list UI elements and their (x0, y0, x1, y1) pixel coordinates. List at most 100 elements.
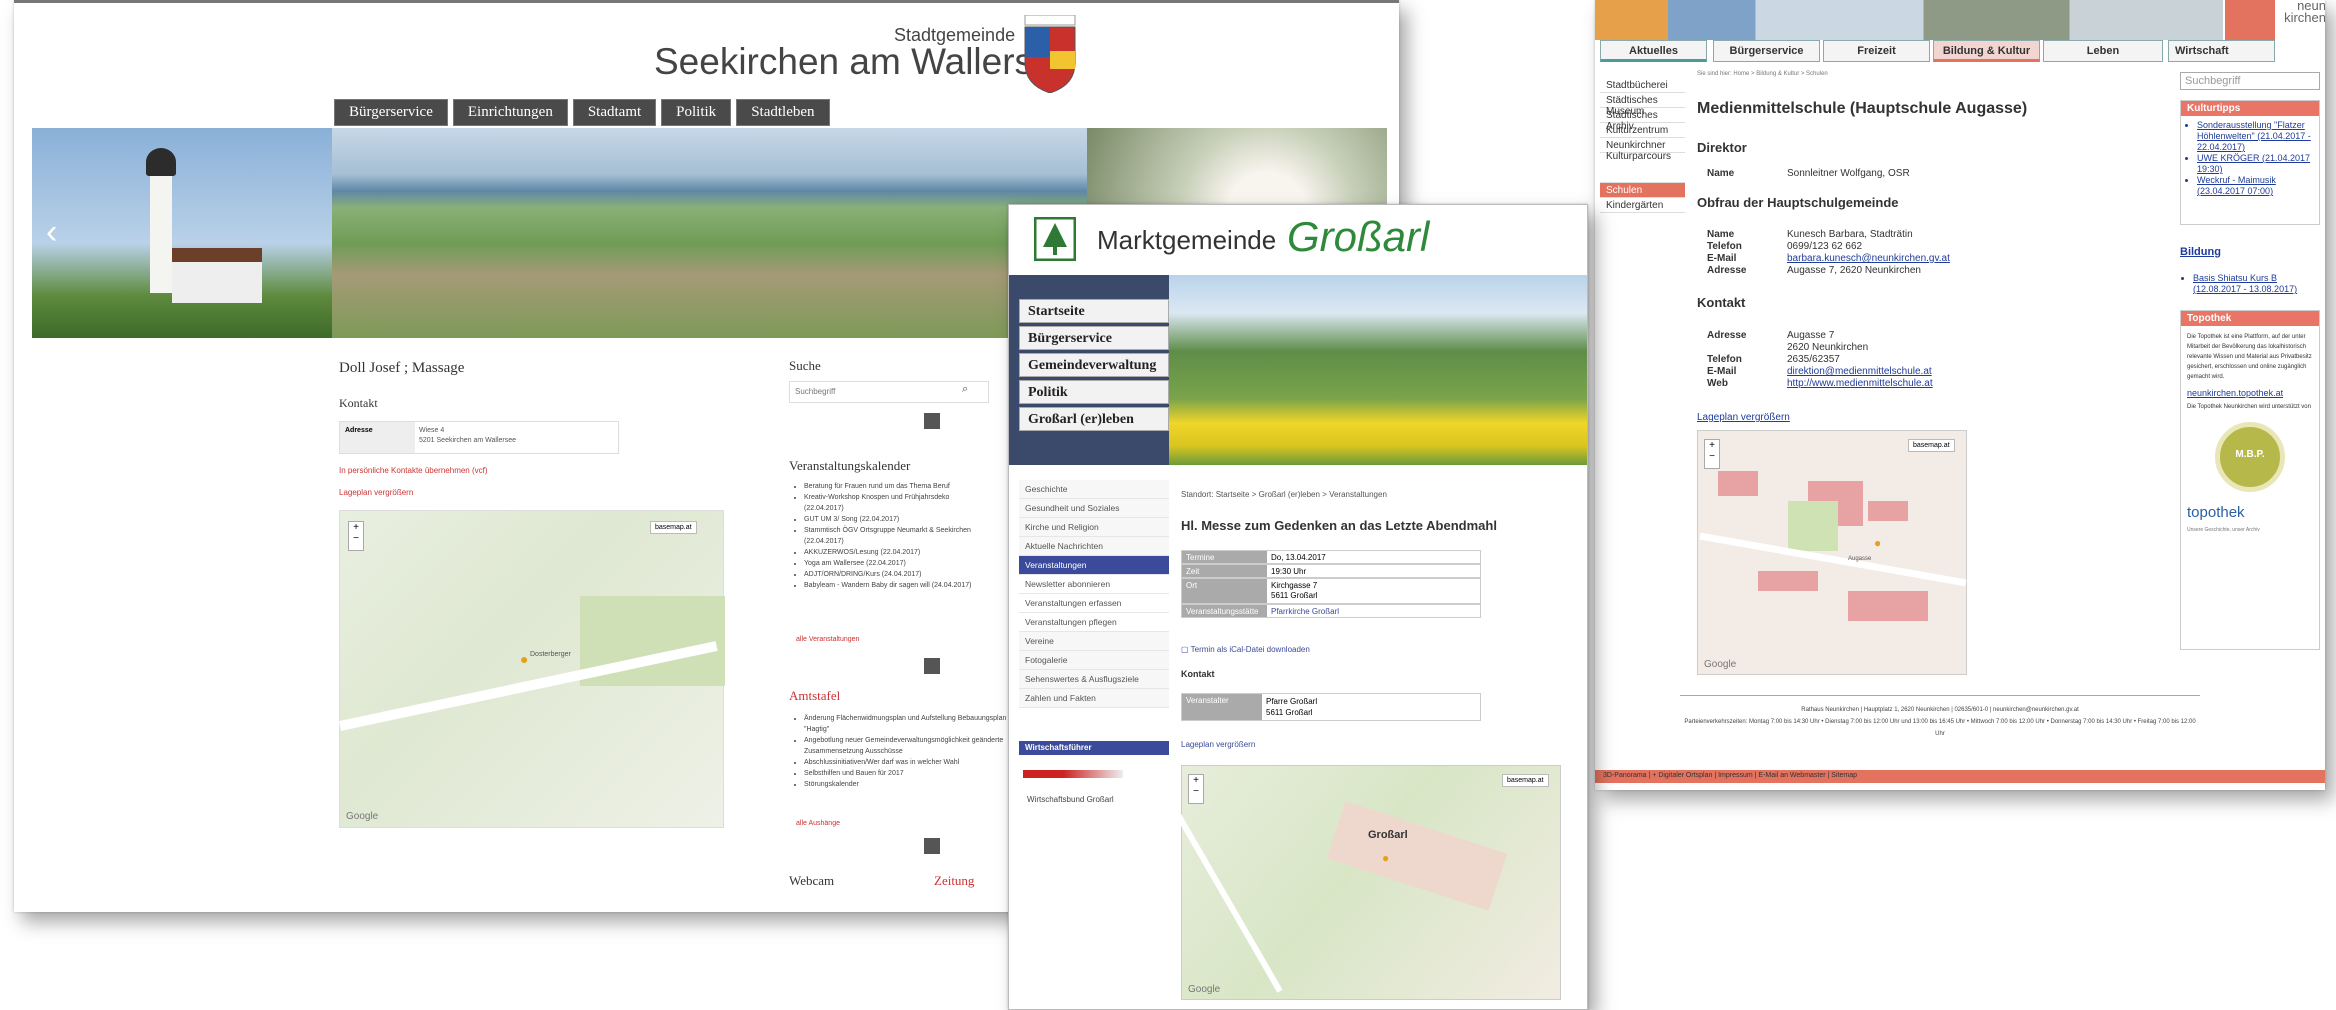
tab-buergerservice[interactable]: Bürgerservice (1713, 40, 1820, 62)
ical-link[interactable]: ▢ Termin als iCal-Datei downloaden (1181, 645, 1310, 654)
sub-nav-item-active[interactable]: Veranstaltungen (1019, 556, 1169, 575)
sub-nav-item[interactable]: Gesundheit und Soziales (1019, 499, 1169, 518)
breadcrumb: Standort: Startseite > Großarl (er)leben… (1181, 490, 1387, 499)
sub-nav-item[interactable]: Zahlen und Fakten (1019, 689, 1169, 708)
left-nav-item[interactable]: Städtisches Archiv (1600, 108, 1685, 132)
nav-stadtleben[interactable]: Stadtleben (736, 99, 830, 126)
row-value[interactable]: Pfarrkirche Großarl (1267, 605, 1343, 617)
row-label: Adresse (1707, 265, 1747, 276)
map[interactable]: + − basemap.at Dosterberger ● Google (338, 510, 725, 828)
search-input[interactable]: Suchbegriff (2180, 72, 2320, 90)
list-item[interactable]: Yoga am Wallersee (22.04.2017) (804, 558, 1012, 569)
map-marker-icon[interactable]: ● (520, 651, 528, 667)
tab-wirtschaft[interactable]: Wirtschaft (2168, 40, 2275, 62)
left-nav-item-active[interactable]: Schulen (1600, 183, 1685, 198)
breadcrumb: Sie sind hier: Home > Bildung & Kultur >… (1697, 71, 1828, 77)
map[interactable]: Augasse + − basemap.at ● Google (1697, 430, 1967, 675)
all-notices-link[interactable]: alle Aushänge (796, 820, 840, 827)
wf-heading: Wirtschaftsführer (1019, 741, 1169, 755)
all-events-link[interactable]: alle Veranstaltungen (796, 636, 859, 643)
sub-nav-item[interactable]: Vereine (1019, 632, 1169, 651)
amtstafel-heading: Amtstafel (789, 688, 841, 703)
nav-grossarl-erleben[interactable]: Großarl (er)leben (1019, 407, 1169, 431)
box-heading: Topothek (2181, 311, 2319, 326)
wf-item[interactable]: Wirtschaftsbund Großarl (1027, 795, 1114, 804)
search-input[interactable]: Suchbegriff (789, 381, 989, 403)
footer: Rathaus Neunkirchen | Hauptplatz 1, 2620… (1680, 695, 2200, 740)
map-marker-icon[interactable]: ● (1382, 851, 1389, 865)
left-nav-item[interactable]: Kulturzentrum (1600, 123, 1685, 138)
nav-buergerservice[interactable]: Bürgerservice (1019, 326, 1169, 350)
list-item[interactable]: Stammtisch ÖGV Ortsgruppe Neumarkt & See… (804, 525, 1012, 536)
nav-einrichtungen[interactable]: Einrichtungen (452, 99, 568, 126)
nav-politik[interactable]: Politik (1019, 380, 1169, 404)
lageplan-link[interactable]: Lageplan vergrößern (1181, 740, 1255, 749)
list-item[interactable]: Änderung Flächenwidmungsplan und Aufstel… (804, 713, 1012, 735)
kontakt-heading: Kontakt (1697, 295, 1746, 310)
left-nav-item[interactable]: Städtisches Museum (1600, 93, 1685, 117)
nav-buergerservice[interactable]: Bürgerservice (334, 99, 448, 126)
nav-stadtamt[interactable]: Stadtamt (572, 99, 657, 126)
table-row: Adresse Augasse 7 2620 Neunkirchen (1707, 330, 1933, 354)
list-item[interactable]: Basis Shiatsu Kurs B (12.08.2017 - 13.08… (2193, 273, 2323, 295)
sub-nav-item[interactable]: Veranstaltungen erfassen (1019, 594, 1169, 613)
sub-nav-item[interactable]: Geschichte (1019, 480, 1169, 499)
list-item[interactable]: Babyleam - Wandern Baby dir sagen will (… (804, 580, 1012, 591)
sub-nav-item[interactable]: Veranstaltungen pflegen (1019, 613, 1169, 632)
nav-politik[interactable]: Politik (661, 99, 732, 126)
sub-nav-item[interactable]: Sehenswertes & Ausflugsziele (1019, 670, 1169, 689)
sub-nav-item[interactable]: Fotogalerie (1019, 651, 1169, 670)
tab-aktuelles[interactable]: Aktuelles (1600, 40, 1707, 62)
left-nav-item[interactable]: Neunkirchner Kulturparcours (1600, 138, 1685, 162)
list-item[interactable]: Kreativ-Workshop Knospen und Frühjahrsde… (804, 492, 1012, 503)
email-link[interactable]: barbara.kunesch@neunkirchen.gv.at (1787, 253, 1950, 265)
sub-nav-item[interactable]: Kirche und Religion (1019, 518, 1169, 537)
director-heading: Direktor (1697, 140, 1747, 155)
table-row: E-Mail direktion@medienmittelschule.at (1707, 366, 1933, 378)
bottom-bar[interactable]: 3D-Panorama | + Digitaler Ortsplan | Imp… (1595, 770, 2325, 783)
list-item[interactable]: Abschlussinitiativen/Wer darf was in wel… (804, 757, 1012, 768)
row-value: Pfarre Großarl 5611 Großarl (1266, 697, 1318, 717)
ical-link-text[interactable]: Termin als iCal-Datei downloaden (1191, 645, 1310, 654)
divider-icon (924, 838, 940, 854)
list-item[interactable]: Angebotlung neuer Gemeindeverwaltungsmög… (804, 735, 1012, 757)
map[interactable]: + − basemap.at Großarl ● Google (1167, 765, 1561, 1000)
vcard-link[interactable]: In persönliche Kontakte übernehmen (vcf) (339, 466, 488, 475)
carousel-prev-icon[interactable]: ‹ (46, 213, 57, 252)
list-item[interactable]: GUT UM 3/ Song (22.04.2017) (804, 514, 1012, 525)
search-icon[interactable]: ⌕ (962, 383, 968, 396)
map-type-select[interactable]: basemap.at (650, 521, 697, 534)
list-item[interactable]: UWE KRÖGER (21.04.2017 19:30) (2197, 153, 2315, 175)
list-item[interactable]: ADJT/ORN/DRING/Kurs (24.04.2017) (804, 569, 1012, 580)
wf-banner[interactable] (1023, 770, 1123, 778)
tab-bildung-kultur[interactable]: Bildung & Kultur (1933, 40, 2040, 62)
tab-leben[interactable]: Leben (2043, 40, 2163, 62)
tab-freizeit[interactable]: Freizeit (1823, 40, 1930, 62)
list-item[interactable]: Selbsthilfen und Bauen für 2017 (804, 768, 1012, 779)
topothek-support-text: Die Topothek Neunkirchen wird unterstütz… (2187, 404, 2311, 410)
left-nav-item[interactable]: Kindergärten (1600, 198, 1685, 213)
search-heading: Suche (789, 358, 821, 373)
sub-nav-item[interactable]: Newsletter abonnieren (1019, 575, 1169, 594)
email-link[interactable]: direktion@medienmittelschule.at (1787, 366, 1932, 378)
zoom-control[interactable]: + − (1704, 439, 1720, 469)
bildung-heading[interactable]: Bildung (2180, 246, 2221, 258)
sub-nav-item[interactable]: Aktuelle Nachrichten (1019, 537, 1169, 556)
lageplan-link[interactable]: Lageplan vergrößern (1697, 412, 1790, 423)
map-marker-icon[interactable]: ● (1874, 536, 1881, 550)
list-item[interactable]: AKKUZERWOS/Lesung (22.04.2017) (804, 547, 1012, 558)
web-link[interactable]: http://www.medienmittelschule.at (1787, 378, 1933, 390)
map-type-select[interactable]: basemap.at (1908, 439, 1955, 452)
lageplan-link[interactable]: Lageplan vergrößern (339, 488, 413, 497)
list-item[interactable]: Sonderausstellung "Flatzer Höhlenwelten"… (2197, 120, 2315, 153)
nav-startseite[interactable]: Startseite (1019, 299, 1169, 323)
list-item[interactable]: Störungskalender (804, 779, 1012, 790)
list-item[interactable]: Beratung für Frauen rund um das Thema Be… (804, 481, 1012, 492)
map-type-select[interactable]: basemap.at (1502, 774, 1549, 787)
zoom-control[interactable]: + − (1188, 774, 1204, 804)
left-nav-item[interactable]: Stadtbücherei (1600, 78, 1685, 93)
topothek-link[interactable]: neunkirchen.topothek.at (2181, 388, 2319, 398)
nav-gemeindeverwaltung[interactable]: Gemeindeverwaltung (1019, 353, 1169, 377)
zoom-control[interactable]: + − (348, 521, 364, 551)
list-item[interactable]: Weckruf - Maimusik (23.04.2017 07:00) (2197, 175, 2315, 197)
